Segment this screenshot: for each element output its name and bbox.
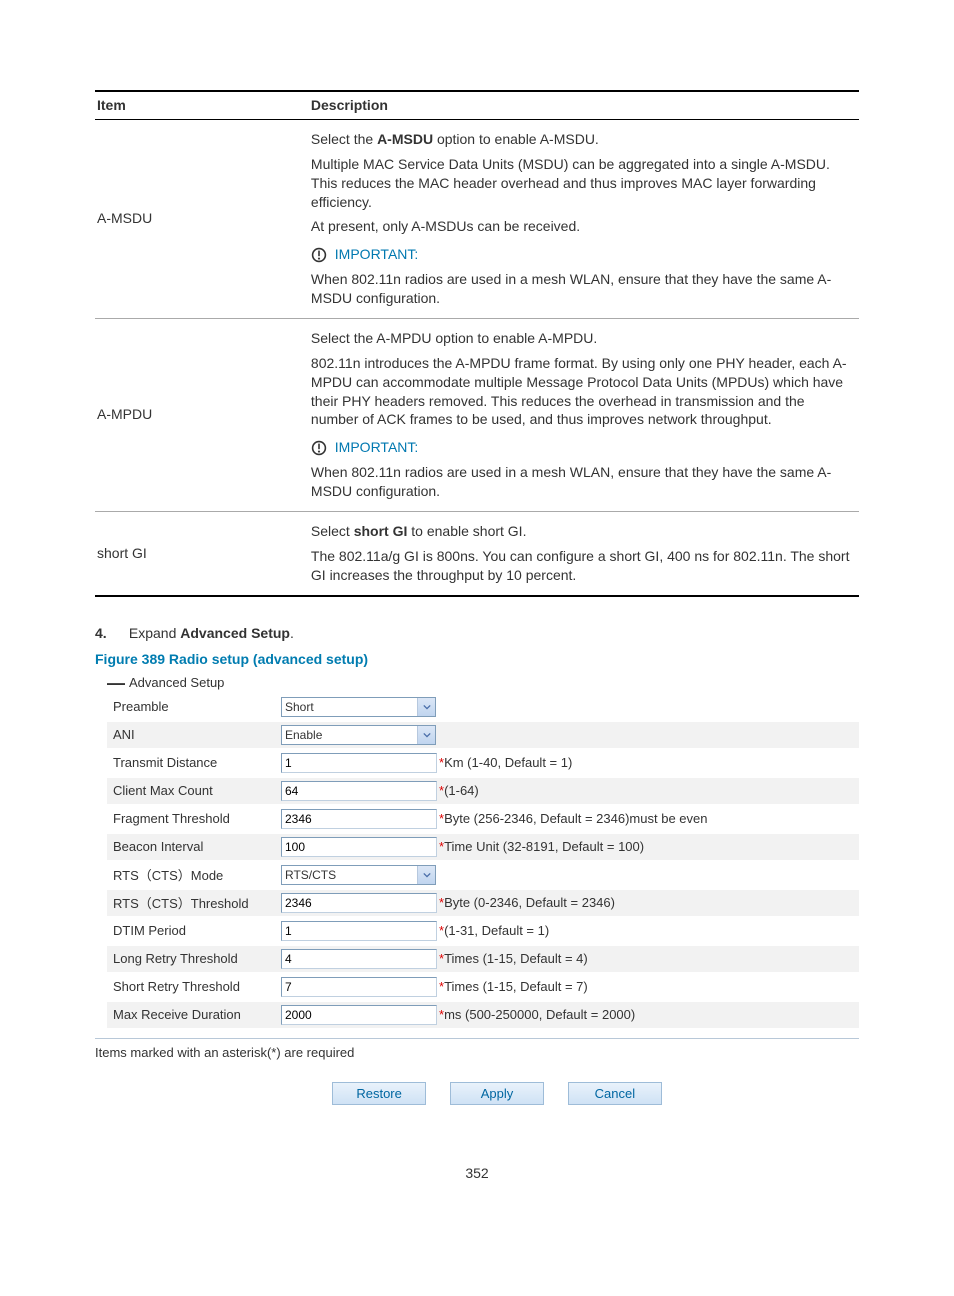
input-fragment-threshold[interactable] <box>281 809 437 829</box>
form-label: ANI <box>107 727 281 742</box>
form-label: Client Max Count <box>107 783 281 798</box>
form-row: ANIEnable <box>107 722 859 748</box>
page-number: 352 <box>95 1165 859 1181</box>
form-row: Beacon Interval *Time Unit (32-8191, Defa… <box>107 834 859 860</box>
form-hint: *Times (1-15, Default = 4) <box>437 951 859 966</box>
form-hint: *(1-31, Default = 1) <box>437 923 859 938</box>
cell-desc: Select the A-MPDU option to enable A-MPD… <box>309 318 859 511</box>
form-label: Short Retry Threshold <box>107 979 281 994</box>
input-transmit-distance[interactable] <box>281 753 437 773</box>
input-beacon-interval[interactable] <box>281 837 437 857</box>
important-label: IMPORTANT: <box>335 246 419 262</box>
table-row: A-MPDU Select the A-MPDU option to enabl… <box>95 318 859 511</box>
form-label: RTS（CTS）Threshold <box>107 893 281 912</box>
figure-caption: Figure 389 Radio setup (advanced setup) <box>95 651 859 667</box>
form-hint: *Byte (256-2346, Default = 2346)must be … <box>437 811 859 826</box>
chevron-down-icon[interactable] <box>417 866 435 884</box>
form-label: Long Retry Threshold <box>107 951 281 966</box>
important-icon <box>311 247 327 263</box>
form-hint: *Time Unit (32-8191, Default = 100) <box>437 839 859 854</box>
form-hint: *ms (500-250000, Default = 2000) <box>437 1007 859 1022</box>
advanced-setup-form: —Advanced Setup PreambleShortANIEnableTr… <box>107 673 859 1028</box>
form-hint: *(1-64) <box>437 783 859 798</box>
input-long-retry-threshold[interactable] <box>281 949 437 969</box>
cell-desc: Select the A-MSDU option to enable A-MSD… <box>309 119 859 318</box>
form-hint: *Times (1-15, Default = 7) <box>437 979 859 994</box>
section-header[interactable]: —Advanced Setup <box>107 673 859 692</box>
select-rts-cts-mode[interactable]: RTS/CTS <box>281 865 436 885</box>
table-row: short GI Select short GI to enable short… <box>95 511 859 595</box>
reference-table: Item Description A-MSDU Select the A-MSD… <box>95 90 859 597</box>
input-dtim-period[interactable] <box>281 921 437 941</box>
input-short-retry-threshold[interactable] <box>281 977 437 997</box>
form-row: Short Retry Threshold *Times (1-15, Defau… <box>107 974 859 1000</box>
button-bar: Restore Apply Cancel <box>135 1082 859 1105</box>
important-label: IMPORTANT: <box>335 439 419 455</box>
restore-button[interactable]: Restore <box>332 1082 426 1105</box>
form-label: RTS（CTS）Mode <box>107 865 281 884</box>
form-label: Max Receive Duration <box>107 1007 281 1022</box>
form-row: RTS（CTS）Threshold *Byte (0-2346, Default … <box>107 890 859 916</box>
chevron-down-icon[interactable] <box>417 698 435 716</box>
select-preamble[interactable]: Short <box>281 697 436 717</box>
step-line: 4. Expand Advanced Setup. <box>95 625 859 641</box>
cell-desc: Select short GI to enable short GI. The … <box>309 511 859 595</box>
form-label: DTIM Period <box>107 923 281 938</box>
th-item: Item <box>95 91 309 119</box>
form-row: Transmit Distance *Km (1-40, Default = 1) <box>107 750 859 776</box>
form-row: Max Receive Duration *ms (500-250000, Def… <box>107 1002 859 1028</box>
cell-item: A-MPDU <box>95 318 309 511</box>
form-row: Fragment Threshold *Byte (256-2346, Defau… <box>107 806 859 832</box>
input-client-max-count[interactable] <box>281 781 437 801</box>
required-note: Items marked with an asterisk(*) are req… <box>95 1045 859 1060</box>
form-label: Fragment Threshold <box>107 811 281 826</box>
collapse-icon[interactable]: — <box>107 678 125 688</box>
form-row: RTS（CTS）ModeRTS/CTS <box>107 862 859 888</box>
input-max-receive-duration[interactable] <box>281 1005 437 1025</box>
form-label: Beacon Interval <box>107 839 281 854</box>
important-icon <box>311 440 327 456</box>
table-row: A-MSDU Select the A-MSDU option to enabl… <box>95 119 859 318</box>
form-label: Preamble <box>107 699 281 714</box>
cell-item: A-MSDU <box>95 119 309 318</box>
form-row: Long Retry Threshold *Times (1-15, Defaul… <box>107 946 859 972</box>
form-row: Client Max Count *(1-64) <box>107 778 859 804</box>
form-row: PreambleShort <box>107 694 859 720</box>
apply-button[interactable]: Apply <box>450 1082 544 1105</box>
cancel-button[interactable]: Cancel <box>568 1082 662 1105</box>
form-hint: *Byte (0-2346, Default = 2346) <box>437 895 859 910</box>
input-rts-cts-threshold[interactable] <box>281 893 437 913</box>
form-row: DTIM Period *(1-31, Default = 1) <box>107 918 859 944</box>
form-label: Transmit Distance <box>107 755 281 770</box>
form-hint: *Km (1-40, Default = 1) <box>437 755 859 770</box>
cell-item: short GI <box>95 511 309 595</box>
chevron-down-icon[interactable] <box>417 726 435 744</box>
select-ani[interactable]: Enable <box>281 725 436 745</box>
th-desc: Description <box>309 91 859 119</box>
